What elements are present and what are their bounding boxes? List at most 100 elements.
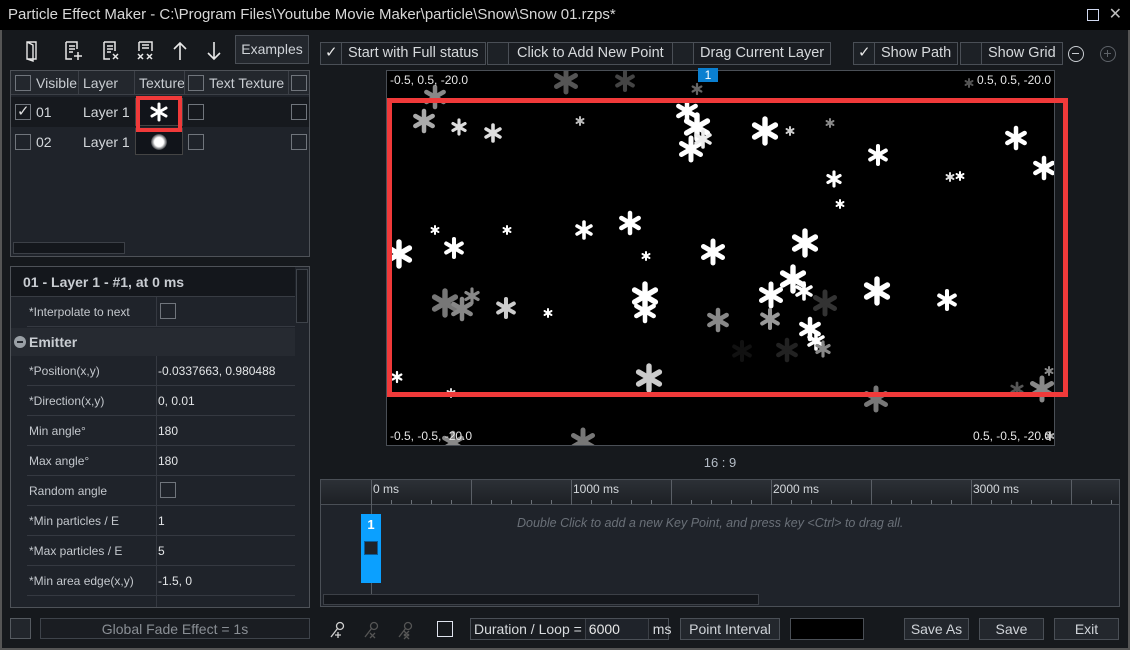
prop-label: *Max particles / E: [29, 544, 123, 558]
snowflake-icon: [150, 102, 168, 122]
prop-value[interactable]: -1.5, 0: [158, 574, 192, 588]
global-fade-label[interactable]: Global Fade Effect = 1s: [40, 618, 310, 639]
move-up-icon[interactable]: [167, 38, 193, 64]
collapse-icon[interactable]: [14, 336, 26, 348]
timeline-scrollbar[interactable]: [323, 594, 759, 605]
snowflake-particle: [387, 239, 413, 269]
save-as-button[interactable]: Save As: [904, 618, 969, 640]
drag-layer-checkbox[interactable]: [673, 43, 694, 64]
drag-current-layer-toggle[interactable]: Drag Current Layer: [672, 42, 832, 65]
title-bar: Particle Effect Maker - C:\Program Files…: [0, 0, 1130, 30]
texture-thumbnail[interactable]: [135, 98, 183, 126]
timeline[interactable]: 0 ms 1000 ms 2000 ms 3000 ms 1 Double Click…: [320, 479, 1120, 607]
prop-value[interactable]: 180: [158, 454, 178, 468]
zoom-in-icon[interactable]: [1100, 46, 1116, 62]
prop-value[interactable]: 180: [158, 424, 178, 438]
soft-dot-icon: [151, 133, 167, 150]
ruler-major-tick: [971, 480, 972, 505]
prop-row[interactable]: Max angle° 180: [27, 446, 295, 476]
extra-all-checkbox[interactable]: [291, 75, 307, 91]
global-fade-checkbox[interactable]: [10, 618, 31, 639]
extra-checkbox[interactable]: [291, 134, 307, 150]
exit-button[interactable]: Exit: [1054, 618, 1119, 640]
show-path-toggle[interactable]: Show Path: [853, 42, 959, 65]
prop-row[interactable]: *Min area edge(x,y) -1.5, 0: [27, 566, 295, 596]
delete-all-layers-icon[interactable]: [133, 38, 159, 64]
properties-title: 01 - Layer 1 - #1, at 0 ms: [11, 267, 295, 297]
ruler-half-tick: [471, 480, 472, 505]
add-layer-icon[interactable]: [60, 38, 86, 64]
layer-table-scrollbar[interactable]: [13, 242, 125, 254]
layer-row[interactable]: 02 Layer 1: [11, 127, 309, 157]
ruler-minor-tick: [431, 500, 432, 504]
select-all-checkbox[interactable]: [15, 75, 31, 91]
preview-viewport[interactable]: -0.5, 0.5, -20.0 0.5, 0.5, -20.0 -0.5, -…: [386, 70, 1055, 446]
visible-checkbox[interactable]: [15, 102, 31, 120]
remove-all-points-icon[interactable]: [396, 620, 416, 640]
prop-row[interactable]: Min angle° 180: [27, 416, 295, 446]
show-grid-toggle[interactable]: Show Grid: [960, 42, 1063, 65]
key-point-marker[interactable]: 1: [698, 68, 718, 82]
text-texture-checkbox[interactable]: [188, 134, 204, 150]
loop-checkbox[interactable]: [437, 621, 453, 637]
layer-id: 02: [36, 134, 52, 150]
properties-scrollbar[interactable]: [296, 269, 308, 323]
prop-value[interactable]: 0, 0.01: [158, 394, 195, 408]
show-path-checkbox[interactable]: [854, 43, 875, 64]
snowflake-particle: [635, 363, 663, 393]
save-button[interactable]: Save: [979, 618, 1044, 640]
prop-row[interactable]: *Min particles / E 1: [27, 506, 295, 536]
coord-top-left: -0.5, 0.5, -20.0: [390, 73, 469, 87]
examples-button[interactable]: Examples: [235, 35, 309, 64]
snowflake-particle: [863, 276, 891, 306]
text-texture-all-checkbox[interactable]: [188, 75, 204, 91]
ruler-minor-tick: [391, 500, 392, 504]
timeline-ruler[interactable]: 0 ms 1000 ms 2000 ms 3000 ms: [321, 480, 1119, 505]
prop-row[interactable]: *Direction(x,y) 0, 0.01: [27, 386, 295, 416]
zoom-out-icon[interactable]: [1068, 46, 1084, 62]
delete-layer-icon[interactable]: [98, 38, 124, 64]
prop-row[interactable]: Random angle: [27, 476, 295, 506]
snowflake-particle: [700, 238, 726, 266]
prop-row[interactable]: *Position(x,y) -0.0337663, 0.980488: [27, 356, 295, 386]
toggle-label: Start with Full status: [348, 45, 479, 61]
snowflake-particle: [391, 370, 403, 384]
point-interval-button[interactable]: Point Interval: [680, 618, 780, 640]
maximize-icon[interactable]: [1086, 9, 1099, 21]
close-icon[interactable]: ✕: [1109, 7, 1122, 23]
prop-value[interactable]: 5: [158, 544, 165, 558]
move-down-icon[interactable]: [201, 38, 227, 64]
ruler-half-tick: [871, 480, 872, 505]
text-texture-checkbox[interactable]: [188, 104, 204, 120]
open-file-icon[interactable]: [20, 38, 46, 64]
key-point[interactable]: 1: [361, 514, 381, 583]
snowflake-particle: [1029, 375, 1054, 403]
prop-row[interactable]: *Max particles / E 5: [27, 536, 295, 566]
ruler-minor-tick: [551, 500, 552, 504]
toggle-label: Drag Current Layer: [700, 45, 825, 61]
texture-thumbnail[interactable]: [135, 128, 183, 155]
remove-point-icon[interactable]: [362, 620, 382, 640]
layer-row[interactable]: 01 Layer 1: [11, 97, 309, 127]
visible-checkbox[interactable]: [15, 134, 31, 150]
random-angle-checkbox[interactable]: [160, 482, 176, 498]
duration-input[interactable]: [584, 619, 649, 639]
prop-value[interactable]: 1: [158, 514, 165, 528]
interpolate-checkbox[interactable]: [160, 303, 176, 319]
group-emitter[interactable]: Emitter: [11, 328, 295, 356]
start-full-status-toggle[interactable]: Start with Full status: [320, 42, 486, 65]
start-full-checkbox[interactable]: [321, 43, 342, 64]
snowflake-particle: [812, 289, 838, 317]
snowflake-particle: [484, 123, 502, 143]
key-point-handle[interactable]: [364, 541, 378, 555]
extra-checkbox[interactable]: [291, 104, 307, 120]
snowflake-particle: [826, 170, 842, 188]
prop-value[interactable]: -0.0337663, 0.980488: [158, 364, 275, 378]
show-grid-checkbox[interactable]: [961, 43, 982, 64]
snowflake-particle: [1005, 125, 1027, 151]
prop-label: *Position(x,y): [29, 364, 100, 378]
click-add-point-toggle[interactable]: Click to Add New Point: [487, 42, 673, 65]
ruler-minor-tick: [491, 500, 492, 504]
add-point-icon[interactable]: [328, 620, 348, 640]
click-add-checkbox[interactable]: [488, 43, 509, 64]
